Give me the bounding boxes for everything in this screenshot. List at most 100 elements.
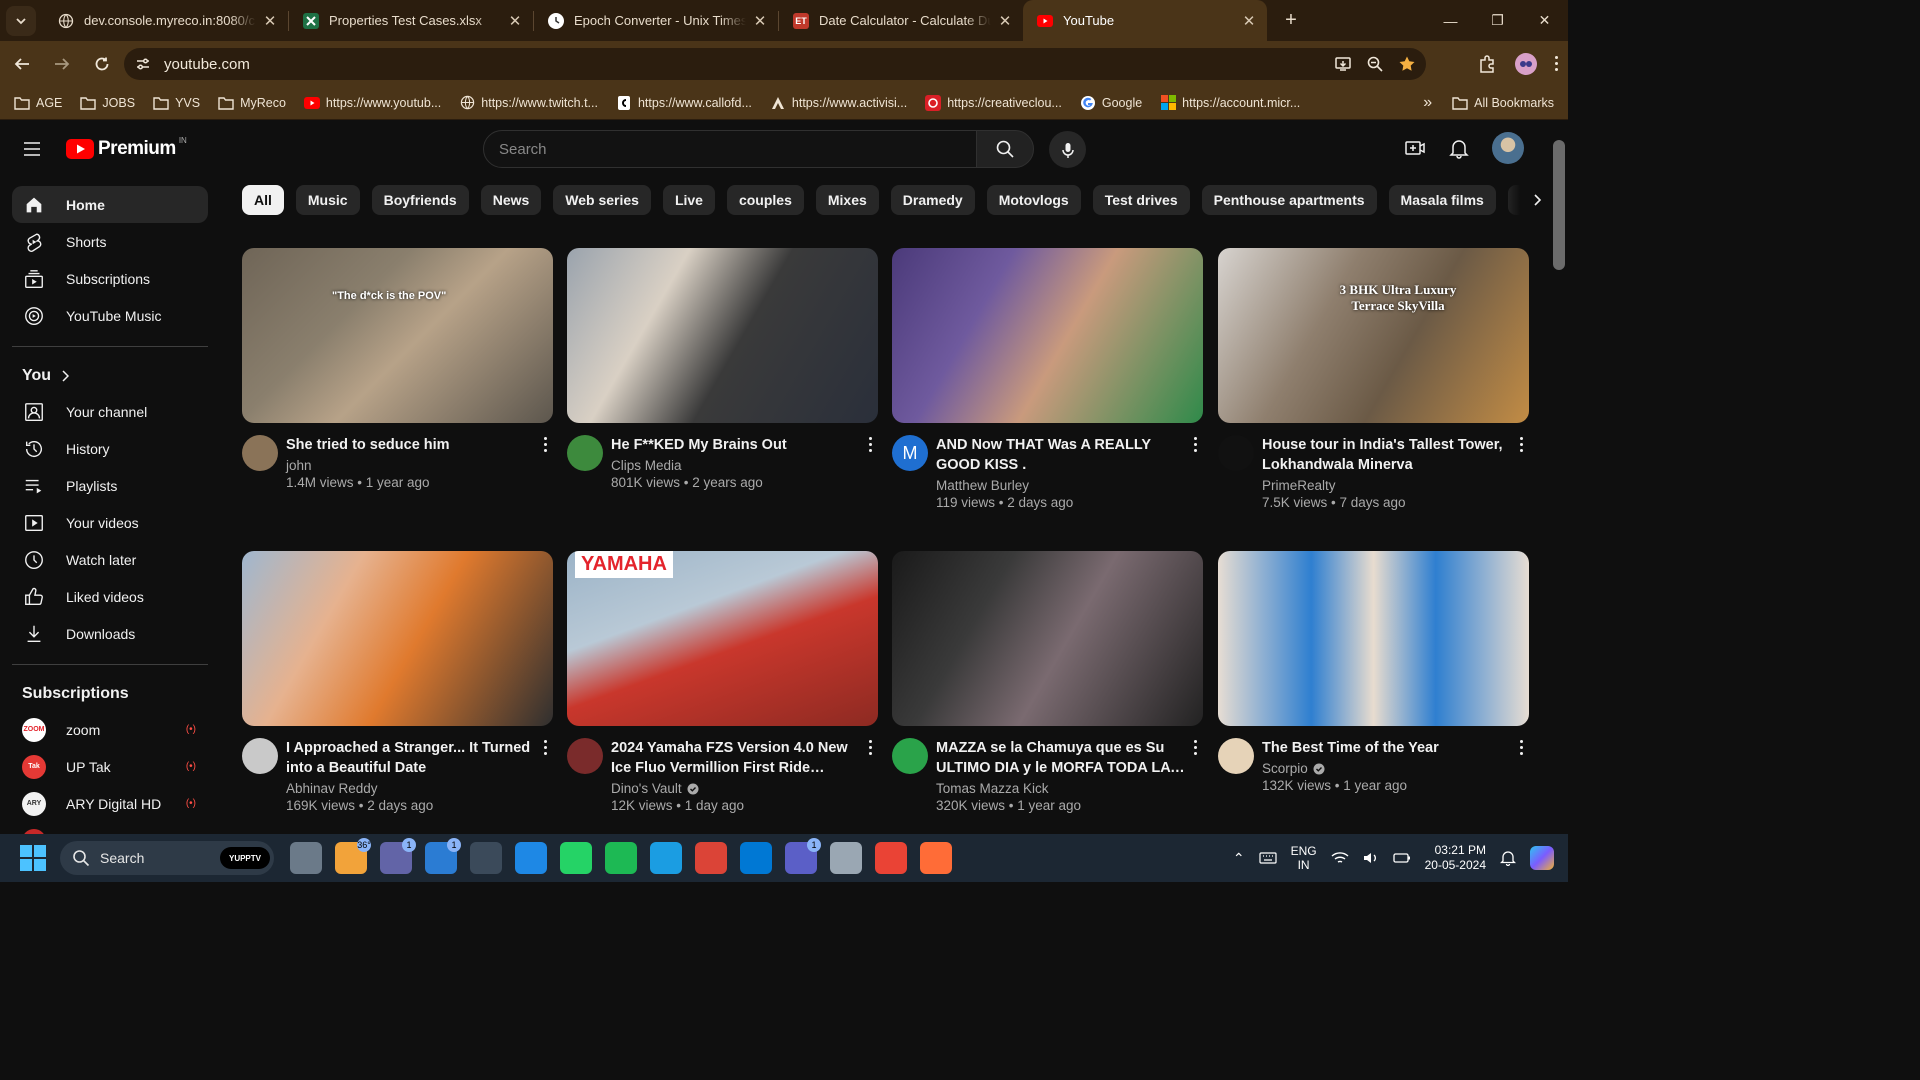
- channel-name[interactable]: Clips Media: [611, 458, 682, 473]
- video-card[interactable]: YAMAHA 2024 Yamaha FZS Version 4.0 New Ic…: [567, 551, 878, 813]
- todo-icon[interactable]: 1: [425, 838, 461, 874]
- more-actions-icon[interactable]: [1513, 740, 1529, 755]
- scrollbar-thumb[interactable]: [1553, 140, 1565, 270]
- browser-tab[interactable]: dev.console.myreco.in:8080/car ✕: [44, 0, 288, 41]
- chip[interactable]: All: [242, 185, 284, 215]
- site-info-icon[interactable]: [128, 56, 158, 72]
- file-manager-icon[interactable]: [290, 842, 322, 874]
- chip[interactable]: Mixes: [815, 185, 879, 215]
- restore-button[interactable]: ❐: [1474, 0, 1521, 41]
- channel-name[interactable]: Matthew Burley: [936, 478, 1029, 493]
- channel-name[interactable]: PrimeRealty: [1262, 478, 1336, 493]
- browser-tab[interactable]: YouTube ✕: [1023, 0, 1267, 41]
- more-actions-icon[interactable]: [1187, 437, 1203, 452]
- video-title[interactable]: AND Now THAT Was A REALLY GOOD KISS .: [936, 435, 1185, 475]
- subscription-item[interactable]: Tak UP Tak (•): [12, 748, 208, 785]
- guide-item[interactable]: YouTube Music: [12, 297, 208, 334]
- weather-icon[interactable]: 36°: [335, 838, 371, 874]
- channel-name[interactable]: Dino's Vault: [611, 781, 682, 796]
- profile-avatar-icon[interactable]: [1515, 52, 1537, 75]
- video-card[interactable]: The Best Time of the Year Scorpio 132K vie…: [1218, 551, 1529, 793]
- account-avatar[interactable]: [1492, 132, 1524, 164]
- chip[interactable]: Motovlogs: [986, 185, 1081, 215]
- url-text[interactable]: youtube.com: [164, 56, 250, 73]
- volume-icon[interactable]: [1363, 851, 1379, 865]
- channel-avatar[interactable]: [242, 435, 278, 471]
- reload-button[interactable]: [84, 46, 120, 82]
- you-section-header[interactable]: You: [0, 359, 220, 393]
- bookmark-item[interactable]: https://www.twitch.t...: [459, 95, 598, 111]
- video-thumbnail[interactable]: "The d*ck is the POV": [242, 248, 553, 423]
- video-card[interactable]: I Approached a Stranger... It Turned int…: [242, 551, 553, 813]
- more-bookmarks-icon[interactable]: »: [1423, 94, 1432, 112]
- more-actions-icon[interactable]: [862, 740, 878, 755]
- channel-name[interactable]: Scorpio: [1262, 761, 1308, 776]
- channel-name[interactable]: Tomas Mazza Kick: [936, 781, 1049, 796]
- subscription-item[interactable]: ARY ARY Digital HD (•): [12, 785, 208, 822]
- close-tab-icon[interactable]: ✕: [1241, 12, 1257, 30]
- channel-avatar[interactable]: [892, 738, 928, 774]
- guide-menu-button[interactable]: [20, 137, 44, 161]
- chip[interactable]: Live: [662, 185, 715, 215]
- bookmark-item[interactable]: https://creativeclou...: [925, 94, 1062, 111]
- video-title[interactable]: House tour in India's Tallest Tower, Lok…: [1262, 435, 1511, 475]
- video-title[interactable]: The Best Time of the Year: [1262, 738, 1511, 758]
- video-thumbnail[interactable]: [892, 551, 1203, 726]
- chrome-icon[interactable]: [695, 842, 727, 874]
- browser-tab[interactable]: Epoch Converter - Unix Timesta ✕: [534, 0, 778, 41]
- channel-avatar[interactable]: [567, 738, 603, 774]
- guide-item[interactable]: Subscriptions: [12, 260, 208, 297]
- video-title[interactable]: She tried to seduce him: [286, 435, 535, 455]
- guide-item[interactable]: Your videos: [12, 504, 208, 541]
- video-card[interactable]: M AND Now THAT Was A REALLY GOOD KISS . Ma…: [892, 248, 1203, 510]
- bookmark-item[interactable]: AGE: [14, 95, 62, 111]
- minimize-button[interactable]: —: [1427, 0, 1474, 41]
- snipping-tool-icon[interactable]: [830, 842, 862, 874]
- close-tab-icon[interactable]: ✕: [752, 12, 768, 30]
- channel-name[interactable]: Abhinav Reddy: [286, 781, 378, 796]
- browser-tab[interactable]: ET Date Calculator - Calculate Dura ✕: [779, 0, 1023, 41]
- close-window-button[interactable]: ✕: [1521, 0, 1568, 41]
- browser-menu-icon[interactable]: [1555, 56, 1558, 71]
- forward-button[interactable]: [44, 46, 80, 82]
- battery-icon[interactable]: [1392, 852, 1411, 864]
- clock[interactable]: 03:21 PM 20-05-2024: [1425, 843, 1486, 873]
- chip[interactable]: News: [480, 185, 542, 215]
- chip[interactable]: Boyfriends: [371, 185, 469, 215]
- guide-item[interactable]: Playlists: [12, 467, 208, 504]
- remote-desktop-icon[interactable]: [515, 842, 547, 874]
- search-box[interactable]: [483, 130, 977, 168]
- guide-item[interactable]: Your channel: [12, 393, 208, 430]
- video-thumbnail[interactable]: [242, 551, 553, 726]
- video-thumbnail[interactable]: [892, 248, 1203, 423]
- bookmark-item[interactable]: JOBS: [80, 95, 135, 111]
- guide-item[interactable]: Home: [12, 186, 208, 223]
- new-tab-button[interactable]: +: [1275, 9, 1307, 32]
- bookmark-star-icon[interactable]: [1398, 55, 1416, 73]
- bookmark-item[interactable]: https://www.youtub...: [303, 95, 441, 111]
- channel-avatar[interactable]: [567, 435, 603, 471]
- guide-item[interactable]: Shorts: [12, 223, 208, 260]
- extensions-icon[interactable]: [1477, 54, 1497, 74]
- more-actions-icon[interactable]: [1187, 740, 1203, 755]
- search-button[interactable]: [976, 130, 1034, 168]
- chip[interactable]: Web series: [553, 185, 651, 215]
- back-button[interactable]: [4, 46, 40, 82]
- guide-item[interactable]: Downloads: [12, 615, 208, 652]
- video-title[interactable]: I Approached a Stranger... It Turned int…: [286, 738, 535, 778]
- video-card[interactable]: "The d*ck is the POV" She tried to seduce…: [242, 248, 553, 490]
- hourglass-icon[interactable]: [470, 842, 502, 874]
- bookmark-item[interactable]: https://account.micr...: [1160, 95, 1300, 111]
- copilot-icon[interactable]: [1530, 846, 1554, 870]
- notification-center-icon[interactable]: [1500, 850, 1516, 866]
- chip[interactable]: couples: [726, 185, 804, 215]
- keyboard-icon[interactable]: [1258, 852, 1277, 864]
- tab-search-button[interactable]: [6, 5, 36, 36]
- chrome-profile-icon[interactable]: [875, 842, 907, 874]
- video-thumbnail[interactable]: [567, 248, 878, 423]
- more-actions-icon[interactable]: [537, 740, 553, 755]
- guide-item[interactable]: Watch later: [12, 541, 208, 578]
- close-tab-icon[interactable]: ✕: [262, 12, 278, 30]
- chips-next-button[interactable]: [1506, 185, 1542, 215]
- close-tab-icon[interactable]: ✕: [507, 12, 523, 30]
